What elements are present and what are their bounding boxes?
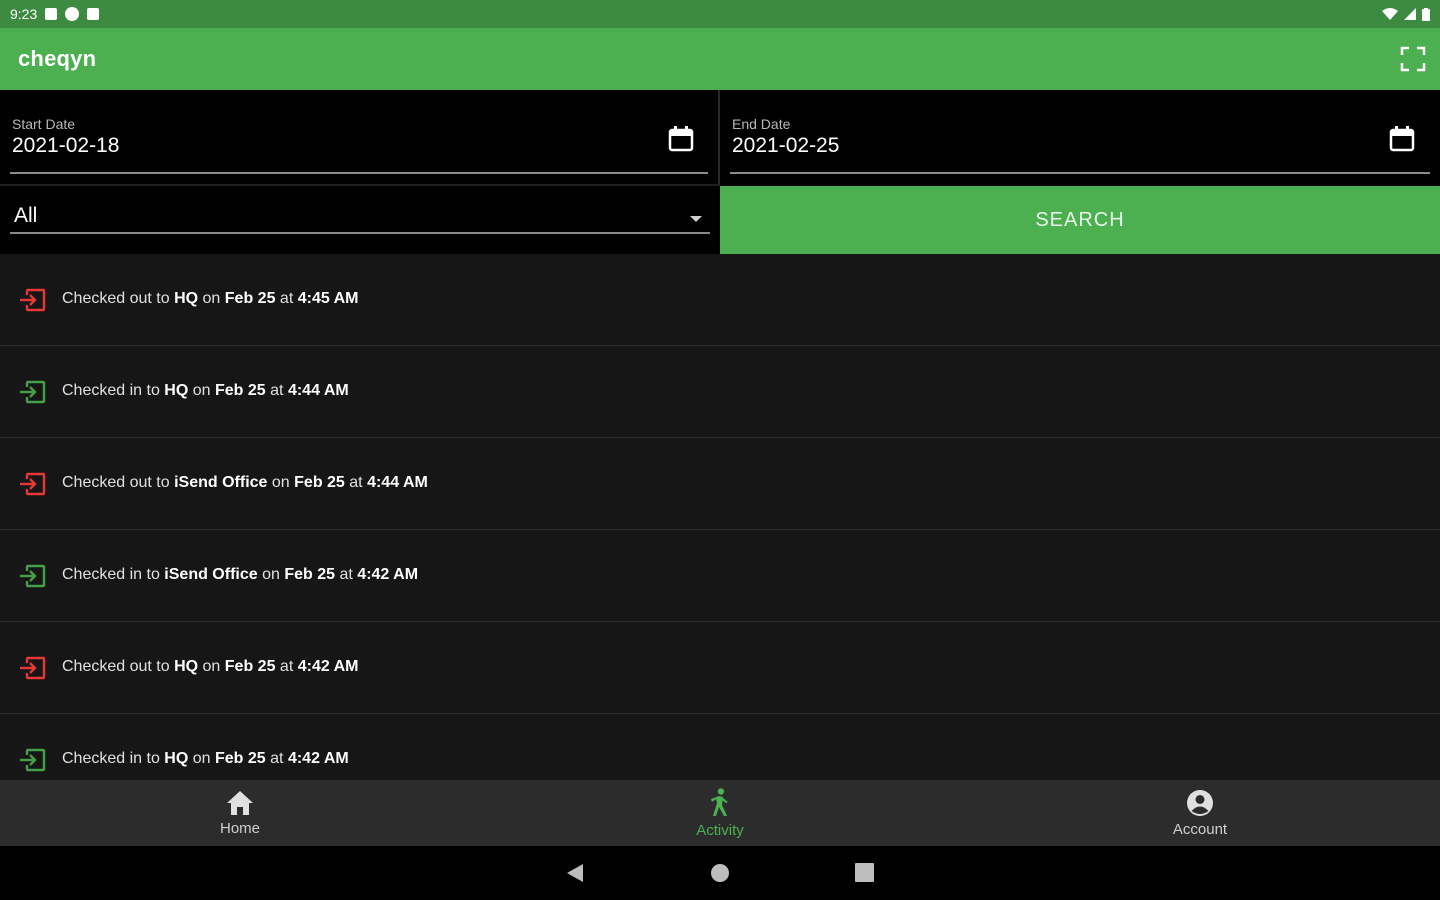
- home-icon: [227, 790, 253, 815]
- nav-activity-label: Activity: [696, 821, 744, 839]
- activity-action: Checked in to: [62, 750, 160, 767]
- type-select-underline: [10, 232, 710, 234]
- app-notification-icon: [65, 7, 80, 21]
- nav-account[interactable]: Account: [960, 780, 1440, 846]
- activity-text: Checked in to HQ on Feb 25 at 4:44 AM: [62, 382, 349, 400]
- activity-on: on: [262, 566, 280, 583]
- account-circle-icon: [1187, 789, 1213, 816]
- walk-icon: [711, 787, 728, 816]
- nav-activity[interactable]: Activity: [480, 780, 960, 846]
- search-button[interactable]: SEARCH: [720, 186, 1440, 254]
- activity-time: 4:42 AM: [287, 750, 349, 767]
- activity-action: Checked in to: [62, 382, 160, 399]
- system-navigation-bar: [0, 846, 1440, 900]
- activity-place: HQ: [174, 658, 199, 675]
- checkin-icon: [20, 380, 46, 404]
- status-time: 9:23: [10, 6, 38, 22]
- activity-text: Checked out to iSend Office on Feb 25 at…: [62, 474, 428, 492]
- bottom-navigation: Home Activity Account: [0, 780, 1440, 846]
- activity-on: on: [192, 382, 211, 399]
- activity-date: Feb 25: [294, 474, 345, 491]
- type-select[interactable]: All: [0, 186, 720, 254]
- end-date-label: End Date: [732, 116, 791, 132]
- nav-home[interactable]: Home: [0, 780, 480, 846]
- activity-row[interactable]: Checked out to HQ on Feb 25 at 4:42 AM: [0, 622, 1440, 714]
- type-select-value: All: [14, 204, 38, 227]
- activity-at: at: [349, 474, 363, 491]
- calendar-icon[interactable]: [668, 126, 694, 152]
- signal-icon: [1404, 8, 1416, 20]
- home-circle-icon[interactable]: [710, 863, 730, 883]
- activity-place: iSend Office: [174, 474, 268, 491]
- activity-row[interactable]: Checked out to HQ on Feb 25 at 4:45 AM: [0, 254, 1440, 346]
- activity-date: Feb 25: [215, 750, 266, 767]
- wifi-icon: [1382, 8, 1398, 20]
- activity-time: 4:42 AM: [297, 658, 359, 675]
- end-date-value: 2021-02-25: [732, 134, 840, 157]
- activity-on: on: [202, 290, 221, 307]
- start-date-field[interactable]: Start Date 2021-02-18: [0, 90, 718, 184]
- recents-icon[interactable]: [855, 863, 874, 882]
- start-date-underline: [10, 172, 708, 174]
- fullscreen-icon[interactable]: [1400, 46, 1426, 72]
- activity-row[interactable]: Checked in to HQ on Feb 25 at 4:44 AM: [0, 346, 1440, 438]
- checkout-icon: [20, 472, 46, 496]
- activity-on: on: [202, 658, 221, 675]
- activity-text: Checked in to iSend Office on Feb 25 at …: [62, 566, 418, 584]
- checkin-icon: [20, 564, 46, 588]
- activity-on: on: [271, 474, 290, 491]
- checkout-icon: [20, 656, 46, 680]
- activity-at: at: [270, 750, 284, 767]
- activity-place: HQ: [164, 382, 189, 399]
- activity-text: Checked in to HQ on Feb 25 at 4:42 AM: [62, 750, 349, 768]
- filter-panel: Start Date 2021-02-18 End Date 2021-02-2…: [0, 90, 1440, 254]
- activity-row[interactable]: Checked in to HQ on Feb 25 at 4:42 AM: [0, 714, 1440, 780]
- checkout-icon: [20, 288, 46, 312]
- activity-at: at: [279, 658, 294, 675]
- activity-place: HQ: [164, 750, 189, 767]
- notification-icon: [45, 8, 58, 20]
- activity-action: Checked out to: [62, 474, 170, 491]
- activity-date: Feb 25: [224, 658, 276, 675]
- sd-card-icon: [87, 8, 100, 20]
- status-bar: 9:23: [0, 0, 1440, 28]
- battery-icon: [1422, 7, 1430, 21]
- activity-at: at: [279, 290, 294, 307]
- start-date-value: 2021-02-18: [12, 134, 120, 157]
- activity-date: Feb 25: [215, 382, 266, 399]
- nav-account-label: Account: [1172, 820, 1228, 838]
- activity-date: Feb 25: [224, 290, 276, 307]
- activity-row[interactable]: Checked in to iSend Office on Feb 25 at …: [0, 530, 1440, 622]
- start-date-label: Start Date: [12, 116, 76, 132]
- app-title: cheqyn: [18, 46, 97, 71]
- activity-action: Checked out to: [62, 658, 170, 675]
- activity-list: Checked out to HQ on Feb 25 at 4:45 AM Ch…: [0, 254, 1440, 780]
- activity-time: 4:44 AM: [367, 474, 428, 491]
- nav-home-label: Home: [219, 819, 260, 837]
- calendar-icon[interactable]: [1389, 126, 1415, 152]
- activity-at: at: [270, 382, 284, 399]
- activity-row[interactable]: Checked out to iSend Office on Feb 25 at…: [0, 438, 1440, 530]
- dropdown-caret-icon: [690, 216, 702, 222]
- end-date-field[interactable]: End Date 2021-02-25: [720, 90, 1440, 184]
- activity-time: 4:42 AM: [357, 566, 419, 583]
- activity-on: on: [192, 750, 211, 767]
- activity-place: HQ: [174, 290, 199, 307]
- activity-time: 4:45 AM: [297, 290, 359, 307]
- activity-date: Feb 25: [284, 566, 336, 583]
- activity-action: Checked in to: [62, 566, 160, 583]
- app-bar: cheqyn: [0, 28, 1440, 90]
- activity-place: iSend Office: [164, 566, 258, 583]
- back-icon[interactable]: [566, 863, 584, 883]
- end-date-underline: [730, 172, 1430, 174]
- activity-action: Checked out to: [62, 290, 170, 307]
- activity-text: Checked out to HQ on Feb 25 at 4:45 AM: [62, 290, 358, 308]
- activity-text: Checked out to HQ on Feb 25 at 4:42 AM: [62, 658, 358, 676]
- activity-at: at: [339, 566, 353, 583]
- checkin-icon: [20, 748, 46, 772]
- activity-time: 4:44 AM: [287, 382, 349, 399]
